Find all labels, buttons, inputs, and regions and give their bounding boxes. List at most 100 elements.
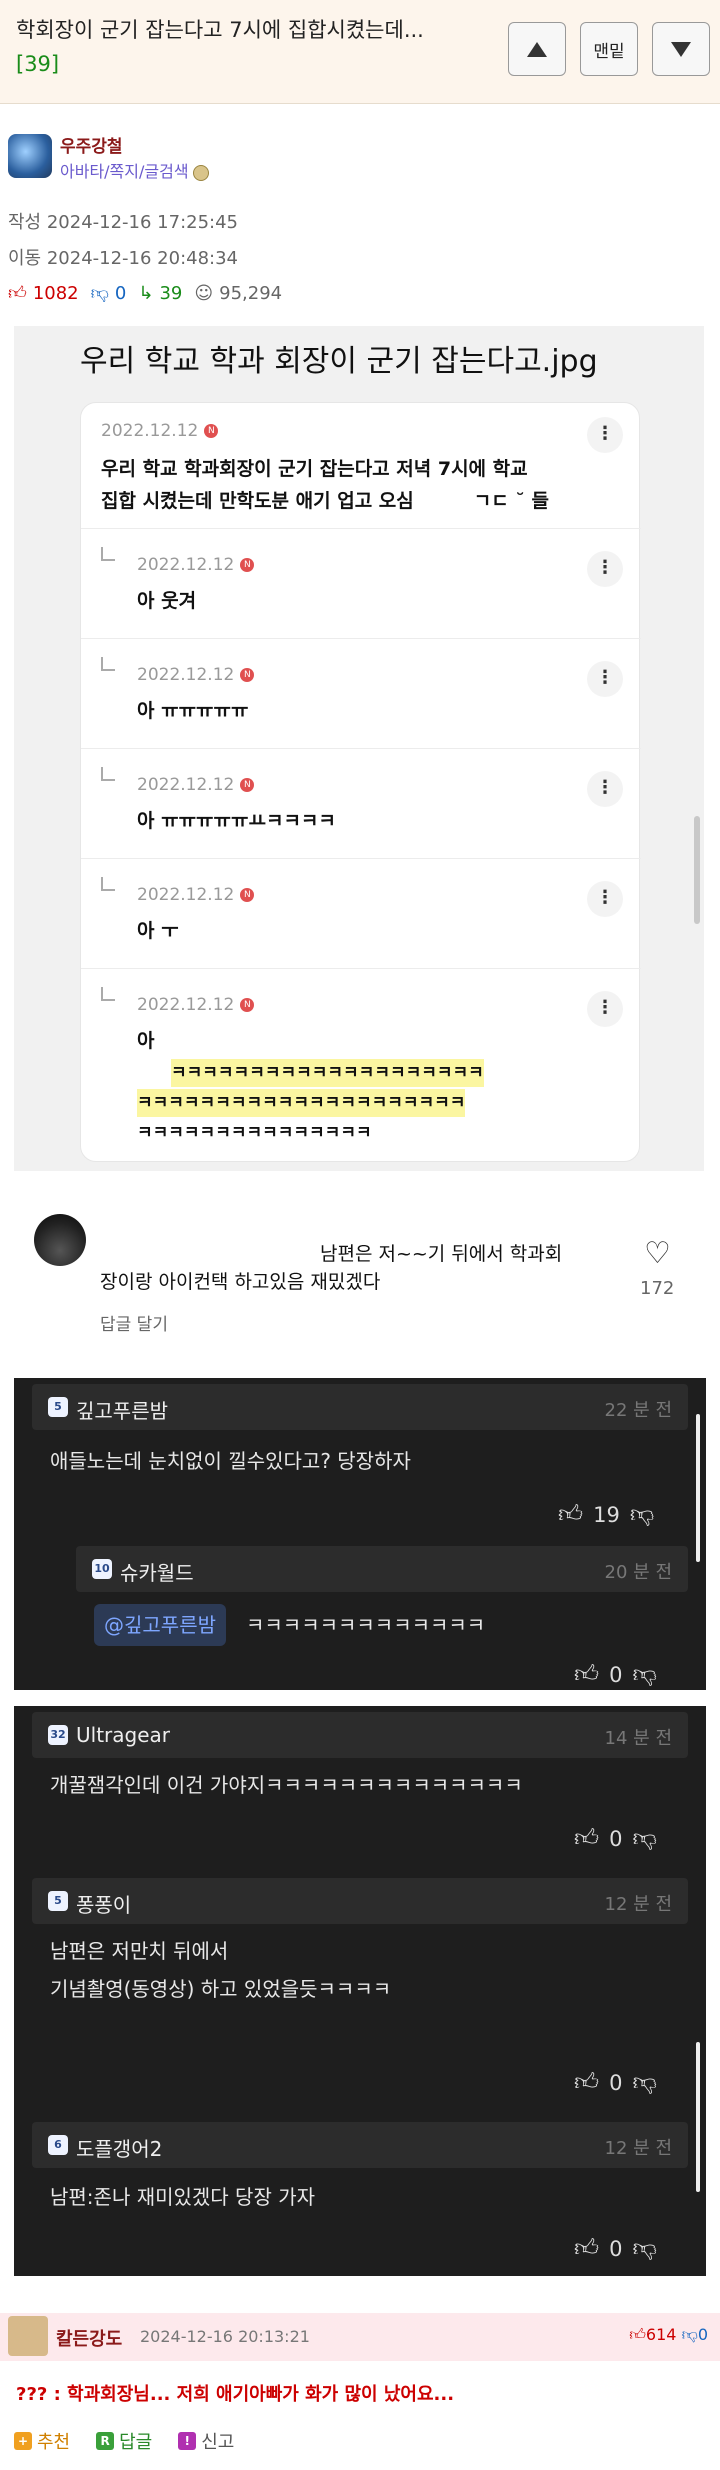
embedded-reply-date: 2022.12.12 N [137, 995, 255, 1015]
new-badge-icon: N [240, 668, 255, 682]
embedded-reply-date: 2022.12.12 N [137, 665, 255, 685]
reply-vote: 👍︎ 0 👎︎ [574, 1660, 657, 1689]
like-count: 0 [609, 2236, 623, 2261]
dark-comment-block-1: 5 깊고푸른밤 22 분 전 애들노는데 눈치없이 낄수있다고? 당장하자 👍︎… [14, 1378, 706, 1690]
arrow-down-icon [671, 41, 691, 57]
reply-indent-icon [101, 987, 115, 1001]
comment-text: 남편:존나 재미있겠다 당장 가자 [50, 2185, 316, 2209]
post-header: 학회장이 군기 잡는다고 7시에 집합시켰는데... [39] 맨밑 [0, 0, 720, 104]
laugh-line-2: ㅋㅋㅋㅋㅋㅋㅋㅋㅋㅋㅋㅋㅋㅋㅋㅋㅋㅋㅋㅋㅋ [137, 1089, 466, 1117]
author-links-text[interactable]: 아바타/쪽지/글검색 [60, 162, 189, 181]
embedded-reply-text: 아 ㅠㅠㅠㅠㅠㅛㅋㅋㅋㅋ [137, 810, 336, 832]
embedded-reply-text: 아 ㅜ [137, 920, 179, 942]
more-icon: ⋮ [587, 881, 623, 917]
comment-text: 개꿀잼각인데 이건 가야지ㅋㅋㅋㅋㅋㅋㅋㅋㅋㅋㅋㅋㅋㅋ [50, 1773, 523, 1797]
embedded-reply-date-text: 2022.12.12 [137, 885, 235, 905]
comment-vote: 👍︎ 0 👎︎ [574, 2068, 657, 2097]
comment-votes: 👍︎614 👎︎0 [629, 2325, 708, 2345]
embedded-reply-3: 2022.12.12 N 아 ㅠㅠㅠㅠㅠㅛㅋㅋㅋㅋ ⋮ [81, 749, 641, 859]
reply-indent-icon [101, 767, 115, 781]
view-count: 95,294 [219, 282, 283, 304]
like-count: 0 [609, 1662, 623, 1687]
embedded-reply-2: 2022.12.12 N 아 ㅠㅠㅠㅠㅠ ⋮ [81, 639, 641, 749]
scroll-up-button[interactable] [508, 22, 566, 76]
new-badge-icon: N [240, 778, 255, 792]
author-links[interactable]: 아바타/쪽지/글검색 [60, 158, 209, 182]
comment-count[interactable]: [39] [16, 52, 59, 76]
commenter-name: 깊고푸른밤 [76, 1399, 168, 1423]
author-avatar[interactable] [8, 134, 52, 178]
scroll-down-button[interactable] [652, 22, 710, 76]
thumbs-up-icon: 👍︎ [574, 1824, 600, 1852]
comment-vote: 👍︎ 0 👎︎ [574, 1824, 657, 1853]
thumbs-down-icon: 👎︎ [629, 1500, 655, 1528]
new-badge-icon: N [240, 998, 255, 1012]
downvote-count: 0 [697, 2325, 708, 2344]
reply-indent-icon [101, 877, 115, 891]
thumbs-down-icon[interactable]: 👎︎ [91, 282, 109, 304]
level-badge: 6 [48, 2135, 68, 2155]
embedded-main-text-1: 우리 학교 학과회장이 군기 잡는다고 저녁 7시에 학교 [101, 458, 528, 480]
level-badge: 5 [48, 1891, 68, 1911]
commenter-name: 도플갱어2 [76, 2137, 163, 2161]
commenter-avatar[interactable] [8, 2316, 48, 2356]
thumbs-up-icon[interactable]: 👍︎ [8, 282, 27, 304]
post-title: 학회장이 군기 잡는다고 7시에 집합시켰는데... [16, 18, 424, 42]
comment-time: 20 분 전 [604, 1562, 672, 1583]
reply-count: 39 [159, 282, 183, 304]
commenter-name[interactable]: 칼든강도 [56, 2325, 122, 2351]
level-badge: 32 [48, 1725, 68, 1745]
reply-indent-icon [101, 547, 115, 561]
comment-actions: + 추천 R 답글 ! 신고 [14, 2428, 234, 2454]
embedded-reply-date: 2022.12.12 N [137, 775, 255, 795]
mention-tag: @깊고푸른밤 [94, 1604, 226, 1646]
embedded-main-text-2-a: 집합 시켰는데 만학도분 애기 업고 오심 [101, 490, 414, 512]
recommend-label: 추천 [37, 2432, 71, 2453]
thumbs-up-icon: 👍︎ [558, 1500, 584, 1528]
comment-text: ??? : 학과회장님... 저희 애기아빠가 화가 많이 났어요... [16, 2384, 455, 2405]
downvote-count: 0 [114, 282, 127, 304]
embedded-main-text-2: 집합 시켰는데 만학도분 애기 업고 오심 ㄱㄷ ˘ 들 [101, 485, 549, 517]
comment-text-line-1: 남편은 저만치 뒤에서 [50, 1939, 229, 1963]
embedded-reply-text: 아 웃겨 [137, 590, 197, 612]
thumbs-down-icon[interactable]: 👎︎ [682, 2325, 698, 2344]
block-scrollbar [696, 2042, 700, 2192]
like-count: 19 [593, 1502, 620, 1527]
go-bottom-button[interactable]: 맨밑 [580, 22, 638, 76]
reply-header: 10 슈카월드 20 분 전 [76, 1546, 688, 1592]
report-button[interactable]: ! 신고 [178, 2428, 234, 2454]
thumbs-up-icon[interactable]: 👍︎ [629, 2325, 646, 2344]
embedded-reply-text: 아 [137, 1030, 155, 1052]
embedded-reply-date-text: 2022.12.12 [137, 995, 235, 1015]
commenter-name: 퐁퐁이 [76, 1893, 132, 1917]
comment-vote: 👍︎ 19 👎︎ [558, 1500, 654, 1529]
like-count: 0 [609, 1826, 623, 1851]
comment-time: 12 분 전 [604, 2138, 672, 2159]
heart-count: 172 [640, 1278, 675, 1299]
embedded-comment-line-2: 장이랑 아이컨택 하고있음 재밌겠다 [100, 1271, 381, 1293]
level-badge: 5 [48, 1397, 68, 1417]
more-icon: ⋮ [587, 991, 623, 1027]
embedded-date: 2022.12.12 N [101, 421, 219, 441]
reply-button[interactable]: R 답글 [96, 2428, 152, 2454]
comment-vote: 👍︎ 0 👎︎ [574, 2234, 657, 2263]
comment-time: 12 분 전 [604, 1894, 672, 1915]
thumbs-up-icon: 👍︎ [574, 2234, 600, 2262]
report-label: 신고 [201, 2432, 235, 2453]
laugh-line-1: ㅋㅋㅋㅋㅋㅋㅋㅋㅋㅋㅋㅋㅋㅋㅋㅋㅋㅋㅋㅋ [171, 1059, 484, 1087]
more-icon: ⋮ [587, 661, 623, 697]
new-badge-icon: N [240, 558, 255, 572]
recommend-button[interactable]: + 추천 [14, 2428, 70, 2454]
reply-indent-icon [101, 657, 115, 671]
embedded-image-title: 우리 학교 학과 회장이 군기 잡는다고.jpg [80, 344, 598, 379]
comment-header: 6 도플갱어2 12 분 전 [32, 2122, 688, 2168]
embedded-reply-1: 2022.12.12 N 아 웃겨 ⋮ [81, 529, 641, 639]
upvote-count: 614 [645, 2325, 677, 2344]
thumbs-down-icon: 👎︎ [632, 1660, 657, 1688]
author-name[interactable]: 우주강철 [60, 132, 123, 157]
comment-text: 애들노는데 눈치없이 낄수있다고? 당장하자 [50, 1449, 411, 1473]
embedded-reply-4: 2022.12.12 N 아 ㅜ ⋮ [81, 859, 641, 969]
commenter-name: 슈카월드 [120, 1561, 194, 1585]
more-icon: ⋮ [587, 551, 623, 587]
page-scrollbar[interactable] [694, 816, 700, 924]
